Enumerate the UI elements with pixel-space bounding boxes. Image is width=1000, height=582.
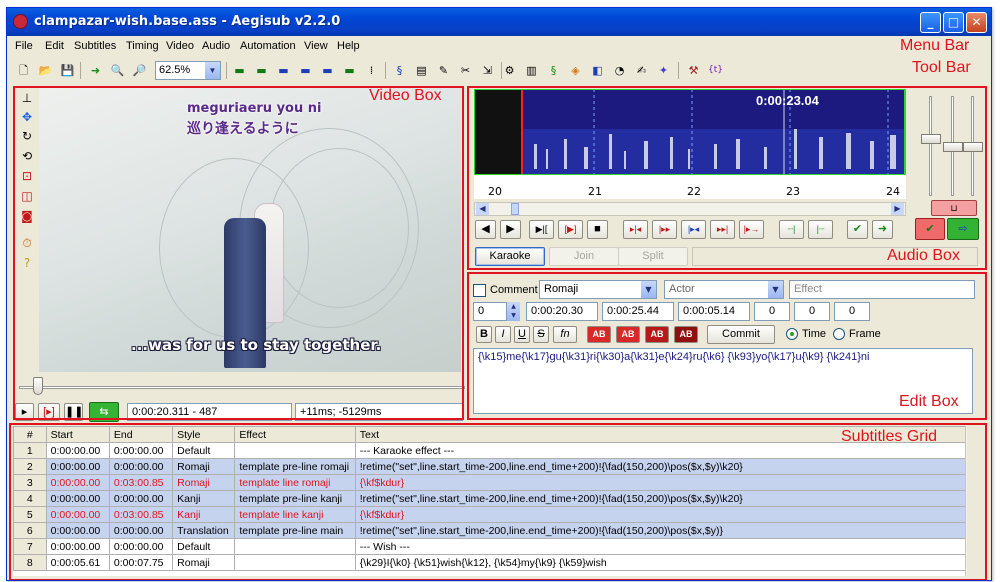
title-bar[interactable]: clampazar-wish.base.ass - Aegisub v2.2.0…	[7, 8, 991, 36]
aegisub-app-icon	[13, 14, 28, 29]
zoom-in-icon[interactable]: 🔍	[109, 62, 126, 79]
maximize-button[interactable]: □	[943, 12, 964, 33]
tags-toggle-icon[interactable]: {t}	[707, 62, 724, 79]
jump-to-icon[interactable]: ➜	[87, 62, 104, 79]
options-icon[interactable]: ✦	[655, 62, 672, 79]
audio-box-annotation: Audio Box	[887, 247, 960, 264]
timing-postprocessor-icon[interactable]: ▥	[523, 62, 540, 79]
window-title: clampazar-wish.base.ass - Aegisub v2.2.0	[34, 14, 341, 29]
snap-end-icon[interactable]: ▬	[253, 62, 270, 79]
translation-assistant-icon[interactable]: ⚙	[501, 62, 518, 79]
spellcheck-icon[interactable]: ✍	[633, 62, 650, 79]
menu-view[interactable]: View	[304, 40, 328, 52]
snap-scene-icon[interactable]: ▬	[319, 62, 336, 79]
zoom-out-icon[interactable]: 🔎	[131, 62, 148, 79]
automation-icon[interactable]: ✂	[457, 62, 474, 79]
shift-times-icon[interactable]: ▬	[341, 62, 358, 79]
menu-subtitles[interactable]: Subtitles	[74, 40, 116, 52]
style-assistant-icon[interactable]: ◈	[567, 62, 584, 79]
menu-file[interactable]: File	[15, 40, 33, 52]
zoom-select[interactable]: 62.5% ▼	[155, 61, 221, 80]
menu-edit[interactable]: Edit	[45, 40, 64, 52]
open-folder-icon[interactable]: 📂	[37, 62, 54, 79]
snap-start-icon[interactable]: ▬	[231, 62, 248, 79]
find-icon[interactable]: ◧	[589, 62, 606, 79]
zoom-value: 62.5%	[159, 64, 191, 76]
close-button[interactable]: ✕	[966, 12, 987, 33]
edit-box-annotation: Edit Box	[899, 393, 959, 410]
subtitles-grid-outline	[9, 423, 987, 580]
tool-bar: 🗋 📂 💾 ➜ 🔍 🔎 62.5% ▼ ▬ ▬ ▬ ▬ ▬ ▬ ⁞ § ▤ ✎ ✂…	[7, 59, 991, 83]
jump-start-icon[interactable]: ▬	[275, 62, 292, 79]
video-box-annotation: Video Box	[369, 87, 442, 104]
hammer-icon[interactable]: ⚒	[685, 62, 702, 79]
jump-end-icon[interactable]: ▬	[297, 62, 314, 79]
menu-automation[interactable]: Automation	[240, 40, 296, 52]
audio-box-outline	[467, 86, 987, 270]
tool-bar-annotation: Tool Bar	[912, 59, 971, 76]
menu-timing[interactable]: Timing	[126, 40, 159, 52]
menu-video[interactable]: Video	[166, 40, 194, 52]
styles-manager-icon[interactable]: §	[391, 62, 408, 79]
time-icon[interactable]: ◔	[611, 62, 628, 79]
kanji-timer-icon[interactable]: §	[545, 62, 562, 79]
menu-bar: File Edit Subtitles Timing Video Audio A…	[7, 37, 991, 57]
app-window: clampazar-wish.base.ass - Aegisub v2.2.0…	[6, 7, 992, 581]
fonts-collector-icon[interactable]: ✎	[435, 62, 452, 79]
video-box-outline	[13, 86, 464, 420]
minimize-button[interactable]: _	[920, 12, 941, 33]
menu-audio[interactable]: Audio	[202, 40, 230, 52]
subtitles-grid-annotation: Subtitles Grid	[841, 428, 938, 445]
chevron-down-icon[interactable]: ▼	[205, 62, 220, 79]
resample-icon[interactable]: ⇲	[479, 62, 496, 79]
new-file-icon[interactable]: 🗋	[15, 62, 32, 79]
save-icon[interactable]: 💾	[59, 62, 76, 79]
menu-bar-annotation: Menu Bar	[900, 37, 970, 54]
menu-help[interactable]: Help	[337, 40, 360, 52]
select-lines-icon[interactable]: ⁞	[363, 62, 380, 79]
attachments-icon[interactable]: ▤	[413, 62, 430, 79]
